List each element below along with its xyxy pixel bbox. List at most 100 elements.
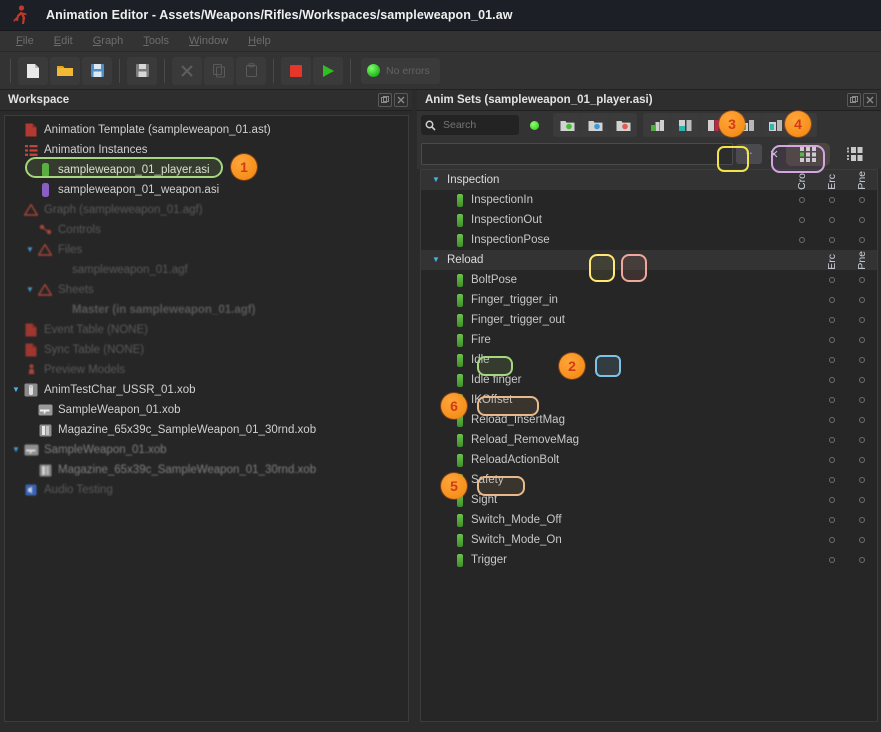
open-folder-button[interactable] [50, 56, 80, 85]
animsets-close-icon[interactable] [863, 93, 877, 107]
workspace-tree-row[interactable]: Sync Table (NONE) [5, 340, 408, 360]
workspace-tree-row[interactable]: ▼ Files [5, 240, 408, 260]
animset-item-row[interactable]: Reload_InsertMag [421, 410, 877, 430]
chevron-down-icon[interactable]: ▼ [23, 246, 37, 254]
chevron-down-icon[interactable]: ▼ [429, 176, 443, 184]
animset-state-cell[interactable] [847, 417, 877, 423]
animset-state-cell[interactable] [847, 337, 877, 343]
workspace-tree-row[interactable]: Event Table (NONE) [5, 320, 408, 340]
animset-item-row[interactable]: ReloadActionBolt [421, 450, 877, 470]
animset-state-cell[interactable] [817, 357, 847, 363]
animset-state-cell[interactable] [847, 357, 877, 363]
animset-column-header[interactable]: Pne [847, 170, 877, 190]
animset-item-row[interactable]: Switch_Mode_On [421, 530, 877, 550]
animsets-float-icon[interactable] [847, 93, 861, 107]
play-button[interactable] [313, 56, 343, 85]
animset-item-row[interactable]: BoltPose [421, 270, 877, 290]
animset-state-cell[interactable] [817, 417, 847, 423]
animset-state-cell[interactable] [817, 297, 847, 303]
animset-state-cell[interactable] [847, 437, 877, 443]
menu-window[interactable]: Window [179, 33, 238, 49]
export-teal-button[interactable] [762, 114, 788, 136]
workspace-tree-row[interactable]: Preview Models [5, 360, 408, 380]
animset-state-cell[interactable] [817, 537, 847, 543]
workspace-tree[interactable]: Animation Template (sampleweapon_01.ast)… [4, 115, 409, 722]
animset-column-header[interactable]: Cro [787, 170, 817, 190]
workspace-tree-row[interactable]: Controls [5, 220, 408, 240]
animset-state-cell[interactable] [817, 557, 847, 563]
animset-state-cell[interactable] [817, 337, 847, 343]
workspace-tree-row[interactable]: Animation Template (sampleweapon_01.ast) [5, 120, 408, 140]
workspace-tree-row[interactable]: sampleweapon_01.agf [5, 260, 408, 280]
animset-item-row[interactable]: Fire [421, 330, 877, 350]
animset-item-row[interactable]: Reload_RemoveMag [421, 430, 877, 450]
animsets-live-toggle[interactable] [521, 114, 547, 136]
animsets-clear-filter-icon[interactable]: × [765, 146, 783, 163]
animset-item-row[interactable]: InspectionIn [421, 190, 877, 210]
copy-button[interactable] [204, 56, 234, 85]
animset-state-cell[interactable] [817, 217, 847, 223]
animsets-view-grid-button[interactable] [833, 142, 877, 166]
workspace-tree-row[interactable]: Audio Testing [5, 480, 408, 500]
animsets-browse-button[interactable]: .. [736, 143, 762, 164]
workspace-float-icon[interactable] [378, 93, 392, 107]
search-input[interactable] [441, 118, 511, 132]
animset-state-cell[interactable] [817, 437, 847, 443]
new-file-button[interactable] [18, 56, 48, 85]
animsets-search[interactable] [421, 115, 519, 135]
animset-state-cell[interactable] [817, 477, 847, 483]
workspace-tree-row[interactable]: ▼ Sheets [5, 280, 408, 300]
animset-item-row[interactable]: Idle [421, 350, 877, 370]
add-set-blue-button[interactable] [582, 114, 608, 136]
workspace-tree-row[interactable]: Magazine_65x39c_SampleWeapon_01_30rnd.xo… [5, 460, 408, 480]
animset-item-row[interactable]: Idle finger [421, 370, 877, 390]
animset-state-cell[interactable] [847, 237, 877, 243]
workspace-tree-row[interactable]: ▼ AnimTestChar_USSR_01.xob [5, 380, 408, 400]
paste-button[interactable] [236, 56, 266, 85]
animset-group-row[interactable]: ▼ Reload Erc Pne [421, 250, 877, 270]
animset-item-row[interactable]: Safety [421, 470, 877, 490]
save-as-button[interactable] [127, 56, 157, 85]
animset-item-row[interactable]: Trigger [421, 550, 877, 570]
animset-state-cell[interactable] [847, 377, 877, 383]
animset-state-cell[interactable] [847, 517, 877, 523]
animset-state-cell[interactable] [787, 217, 817, 223]
workspace-tree-row[interactable]: sampleweapon_01_player.asi [5, 160, 408, 180]
animset-column-header[interactable]: Pne [847, 250, 877, 270]
workspace-tree-row[interactable]: Master (in sampleweapon_01.agf) [5, 300, 408, 320]
stop-button[interactable] [281, 56, 311, 85]
add-set-green-button[interactable] [554, 114, 580, 136]
animset-item-row[interactable]: Switch_Mode_Off [421, 510, 877, 530]
animset-state-cell[interactable] [847, 197, 877, 203]
menu-graph[interactable]: Graph [83, 33, 134, 49]
animset-state-cell[interactable] [847, 317, 877, 323]
chevron-down-icon[interactable]: ▼ [9, 386, 23, 394]
add-set-red-button[interactable] [610, 114, 636, 136]
animset-group-row[interactable]: ▼ Inspection Cro Erc Pne [421, 170, 877, 190]
animset-item-row[interactable]: Finger_trigger_out [421, 310, 877, 330]
animset-state-cell[interactable] [847, 497, 877, 503]
animset-state-cell[interactable] [787, 237, 817, 243]
animset-state-cell[interactable] [847, 457, 877, 463]
chevron-down-icon[interactable]: ▼ [429, 256, 443, 264]
menu-tools[interactable]: Tools [133, 33, 179, 49]
animset-item-row[interactable]: InspectionPose [421, 230, 877, 250]
animset-state-cell[interactable] [817, 377, 847, 383]
animset-state-cell[interactable] [817, 517, 847, 523]
cut-button[interactable] [172, 56, 202, 85]
workspace-close-icon[interactable] [394, 93, 408, 107]
animset-state-cell[interactable] [847, 557, 877, 563]
animset-item-row[interactable]: Finger_trigger_in [421, 290, 877, 310]
menu-edit[interactable]: Edit [44, 33, 83, 49]
layer-teal-button[interactable] [672, 114, 698, 136]
layer-stack-button[interactable] [644, 114, 670, 136]
animsets-filter-input[interactable] [421, 143, 733, 165]
menu-help[interactable]: Help [238, 33, 281, 49]
animset-state-cell[interactable] [817, 497, 847, 503]
layer-crimson-button[interactable] [700, 114, 726, 136]
animset-state-cell[interactable] [847, 277, 877, 283]
animsets-view-tree-button[interactable] [786, 142, 830, 166]
animsets-tree[interactable]: ▼ Inspection Cro Erc Pne InspectionIn Inspecti… [420, 169, 878, 722]
animset-state-cell[interactable] [817, 197, 847, 203]
workspace-tree-row[interactable]: ▼ SampleWeapon_01.xob [5, 440, 408, 460]
